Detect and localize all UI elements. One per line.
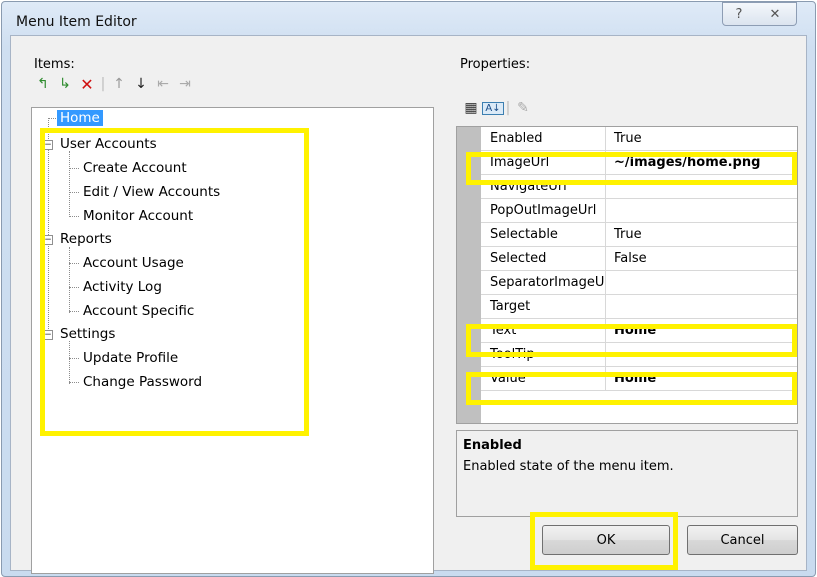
tree-item-user-accounts[interactable]: User Accounts bbox=[60, 134, 157, 154]
toolbar-separator: | bbox=[100, 76, 106, 92]
cancel-button[interactable]: Cancel bbox=[687, 525, 798, 555]
tree-item-monitor-account[interactable]: Monitor Account bbox=[83, 206, 193, 226]
property-row[interactable]: PopOutImageUrl bbox=[481, 199, 797, 223]
close-icon: ✕ bbox=[769, 6, 781, 22]
categorized-view-icon[interactable]: ▦ bbox=[460, 100, 482, 116]
description-text: Enabled state of the menu item. bbox=[463, 459, 674, 474]
move-up-icon[interactable]: ↑ bbox=[108, 76, 130, 92]
tree-item-reports[interactable]: Reports bbox=[60, 229, 112, 249]
tree-item-account-usage[interactable]: Account Usage bbox=[83, 253, 184, 273]
property-value[interactable]: Home bbox=[607, 367, 797, 390]
outdent-icon[interactable]: ⇥ bbox=[174, 76, 196, 92]
property-name: Enabled bbox=[481, 127, 606, 150]
tree-line bbox=[69, 247, 70, 313]
tree-item-edit-view-accounts[interactable]: Edit / View Accounts bbox=[83, 182, 220, 202]
window-title: Menu Item Editor bbox=[16, 14, 137, 30]
property-row[interactable]: ImageUrl ~/images/home.png bbox=[481, 151, 797, 175]
alphabetical-view-icon[interactable]: A↓ bbox=[482, 101, 504, 115]
tree-item-create-account[interactable]: Create Account bbox=[83, 158, 187, 178]
property-row[interactable]: SeparatorImageUrl bbox=[481, 271, 797, 295]
properties-label: Properties: bbox=[460, 57, 531, 72]
items-label: Items: bbox=[34, 57, 75, 72]
property-name: NavigateUrl bbox=[481, 175, 606, 198]
property-value[interactable]: Home bbox=[607, 319, 797, 342]
items-toolbar: ↰ ↳ ✕ | ↑ ↓ ⇤ ⇥ bbox=[32, 74, 196, 94]
property-row[interactable]: Selected False bbox=[481, 247, 797, 271]
tree-item-account-specific[interactable]: Account Specific bbox=[83, 301, 194, 321]
property-value[interactable]: ~/images/home.png bbox=[607, 151, 797, 174]
property-name: Value bbox=[481, 367, 606, 390]
tree-line bbox=[69, 263, 79, 264]
property-value[interactable] bbox=[607, 175, 797, 198]
tree-line bbox=[69, 358, 79, 359]
tree-item-settings[interactable]: Settings bbox=[60, 324, 115, 344]
menu-items-tree[interactable]: − − − Home User Accounts Create Account … bbox=[31, 107, 434, 574]
tree-line bbox=[69, 216, 79, 217]
property-description-pane: Enabled Enabled state of the menu item. bbox=[456, 430, 798, 517]
tree-line bbox=[69, 382, 79, 383]
tree-line bbox=[69, 151, 70, 217]
property-name: PopOutImageUrl bbox=[481, 199, 606, 222]
description-title: Enabled bbox=[463, 438, 522, 453]
tree-line bbox=[69, 287, 79, 288]
property-name: Selectable bbox=[481, 223, 606, 246]
property-name: ToolTip bbox=[481, 343, 606, 366]
tree-item-label: Home bbox=[57, 110, 103, 126]
property-name: SeparatorImageUrl bbox=[481, 271, 606, 294]
tree-line bbox=[69, 341, 70, 384]
property-name: Selected bbox=[481, 247, 606, 270]
tree-item-home[interactable]: Home bbox=[57, 108, 103, 128]
tree-line bbox=[69, 311, 79, 312]
move-down-icon[interactable]: ↓ bbox=[130, 76, 152, 92]
property-pages-icon[interactable]: ✎ bbox=[512, 100, 534, 116]
delete-item-icon[interactable]: ✕ bbox=[76, 75, 98, 94]
property-name: ImageUrl bbox=[481, 151, 606, 174]
property-row[interactable]: Selectable True bbox=[481, 223, 797, 247]
help-button[interactable]: ? bbox=[722, 2, 756, 26]
add-root-item-icon[interactable]: ↰ bbox=[32, 76, 54, 92]
property-row[interactable]: NavigateUrl bbox=[481, 175, 797, 199]
collapse-user-accounts-icon[interactable]: − bbox=[43, 140, 53, 150]
property-value[interactable] bbox=[607, 199, 797, 222]
ok-button[interactable]: OK bbox=[542, 525, 670, 555]
property-value[interactable]: False bbox=[607, 247, 797, 270]
property-value[interactable]: True bbox=[607, 223, 797, 246]
property-value[interactable] bbox=[607, 271, 797, 294]
tree-line bbox=[69, 192, 79, 193]
tree-line bbox=[69, 168, 79, 169]
property-grid[interactable]: Enabled True ImageUrl ~/images/home.png Navi… bbox=[456, 126, 798, 424]
tree-item-update-profile[interactable]: Update Profile bbox=[83, 348, 178, 368]
help-icon: ? bbox=[735, 6, 743, 22]
property-row[interactable]: Enabled True bbox=[481, 127, 797, 151]
property-row[interactable]: Target bbox=[481, 295, 797, 319]
properties-toolbar: ▦ A↓ | ✎ bbox=[460, 98, 534, 118]
property-grid-gutter bbox=[457, 127, 481, 423]
property-value[interactable]: True bbox=[607, 127, 797, 150]
collapse-settings-icon[interactable]: − bbox=[43, 330, 53, 340]
property-value[interactable] bbox=[607, 343, 797, 366]
tree-item-activity-log[interactable]: Activity Log bbox=[83, 277, 162, 297]
tree-item-change-password[interactable]: Change Password bbox=[83, 372, 202, 392]
indent-icon[interactable]: ⇤ bbox=[152, 76, 174, 92]
property-row[interactable]: ToolTip bbox=[481, 343, 797, 367]
property-row[interactable]: Text Home bbox=[481, 319, 797, 343]
close-button[interactable]: ✕ bbox=[754, 2, 797, 26]
tree-line bbox=[48, 118, 49, 335]
menu-item-editor-window: Menu Item Editor ? ✕ Items: Properties: … bbox=[1, 1, 816, 577]
property-value[interactable] bbox=[607, 295, 797, 318]
add-child-item-icon[interactable]: ↳ bbox=[54, 76, 76, 92]
property-name: Text bbox=[481, 319, 606, 342]
collapse-reports-icon[interactable]: − bbox=[43, 235, 53, 245]
property-name: Target bbox=[481, 295, 606, 318]
toolbar-separator: | bbox=[505, 100, 511, 116]
property-row[interactable]: Value Home bbox=[481, 367, 797, 391]
